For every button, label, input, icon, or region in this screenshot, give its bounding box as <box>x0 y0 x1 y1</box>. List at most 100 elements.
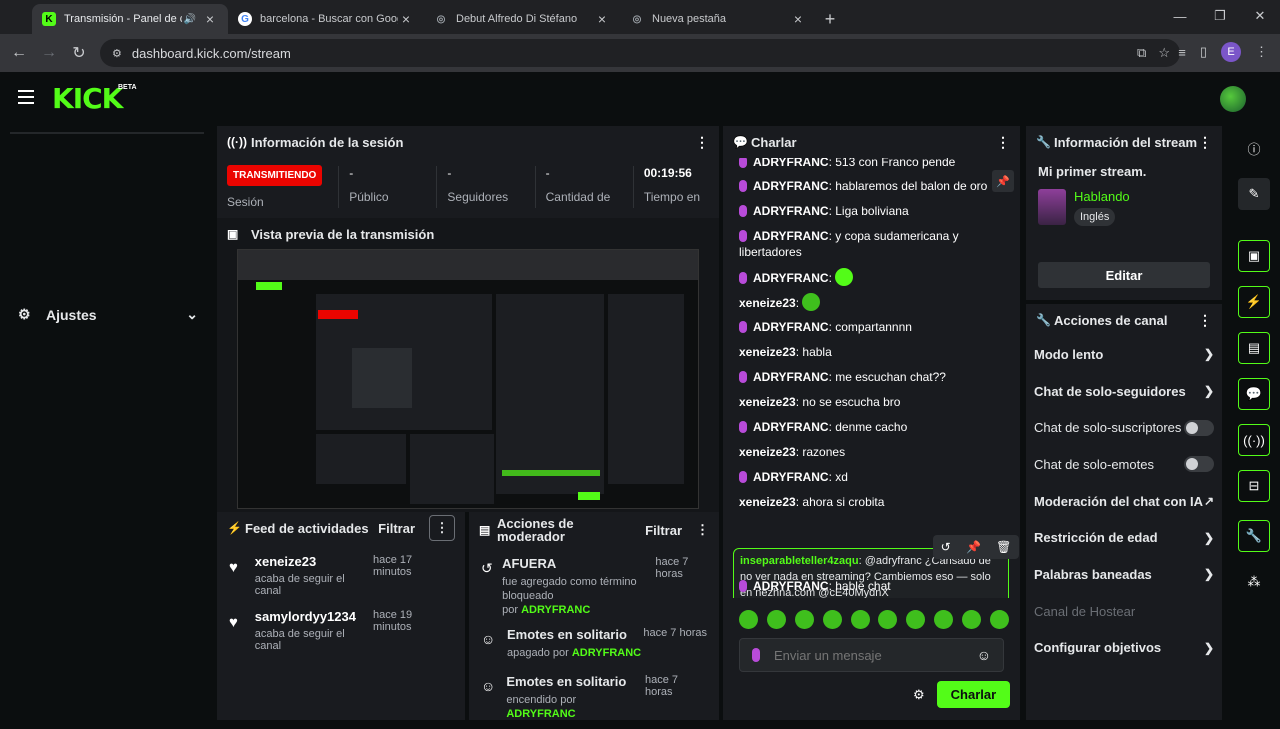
emote-icon[interactable] <box>739 610 758 629</box>
speaker-icon[interactable]: 🔊 <box>182 14 198 25</box>
more-options-icon[interactable]: ⋮ <box>1198 312 1212 329</box>
close-tab-icon[interactable]: × <box>202 11 218 27</box>
chat-messages[interactable]: ADRYFRANC: 513 con Franco pende ADRYFRAN… <box>723 158 1020 598</box>
chat-username[interactable]: inseparableteller4zaqu <box>740 555 859 567</box>
more-options-icon[interactable]: ⋮ <box>695 134 709 151</box>
profile-avatar[interactable]: E <box>1221 42 1241 62</box>
browser-menu-icon[interactable]: ⋮ <box>1255 44 1268 60</box>
close-window-icon[interactable]: ✕ <box>1240 0 1280 32</box>
chat-username[interactable]: ADRYFRANC <box>753 229 829 243</box>
wrench-icon: 🔧 <box>1036 135 1051 149</box>
feed-filter-button[interactable]: Filtrar <box>378 521 415 536</box>
chat-username[interactable]: ADRYFRANC <box>753 320 829 334</box>
back-icon[interactable]: ← <box>4 44 34 62</box>
subscribers-only-toggle[interactable] <box>1184 419 1214 436</box>
minimize-icon[interactable]: — <box>1160 0 1200 32</box>
chat-username[interactable]: xeneize23 <box>739 345 796 359</box>
chat-settings-gear-icon[interactable]: ⚙ <box>913 687 925 703</box>
close-tab-icon[interactable]: × <box>790 11 806 27</box>
more-options-icon[interactable]: ⋮ <box>1198 134 1212 151</box>
chat-username[interactable]: ADRYFRANC <box>753 579 829 593</box>
send-chat-button[interactable]: Charlar <box>936 681 1011 708</box>
chat-username[interactable]: ADRYFRANC <box>753 370 829 384</box>
edit-pencil-icon[interactable]: ✎ <box>1238 178 1270 210</box>
action-age-restriction[interactable]: Restricción de edad ❯ <box>1026 519 1222 556</box>
site-settings-icon[interactable]: ⚙ <box>112 47 122 60</box>
edit-stream-button[interactable]: Editar <box>1038 262 1210 288</box>
maximize-icon[interactable]: ❐ <box>1200 0 1240 32</box>
action-banned-words[interactable]: Palabras baneadas ❯ <box>1026 556 1222 593</box>
chat-username[interactable]: ADRYFRANC <box>753 420 829 434</box>
wrench-icon[interactable]: 🔧 <box>1238 520 1270 552</box>
chat-username[interactable]: ADRYFRANC <box>753 470 829 484</box>
emote-icon[interactable] <box>822 610 842 629</box>
radio-signal-icon[interactable]: ((·)) <box>1238 424 1270 456</box>
layout-icon[interactable]: ⊟ <box>1238 470 1270 502</box>
document-icon[interactable]: ▤ <box>1238 332 1270 364</box>
action-slow-mode[interactable]: Modo lento ❯ <box>1026 336 1222 373</box>
stream-preview-video[interactable] <box>237 249 699 509</box>
chat-username[interactable]: xeneize23 <box>739 495 796 509</box>
new-tab-button[interactable]: + <box>816 4 844 34</box>
emote-icon[interactable] <box>766 610 786 629</box>
feed-username[interactable]: samylordyy1234 <box>255 609 373 624</box>
pin-icon[interactable]: 📌 <box>966 540 981 554</box>
emote-icon[interactable] <box>850 610 870 629</box>
sidepanel-icon[interactable]: ▯ <box>1200 44 1207 60</box>
chat-bubble-icon[interactable]: 💬 <box>1238 378 1270 410</box>
delete-icon[interactable]: 🗑 <box>996 540 1011 554</box>
chat-username[interactable]: ADRYFRANC <box>753 179 829 193</box>
more-options-icon[interactable]: ⋮ <box>996 134 1010 151</box>
chat-username[interactable]: xeneize23 <box>739 296 796 310</box>
more-options-icon[interactable]: ⋮ <box>696 522 709 538</box>
action-set-goals[interactable]: Configurar objetivos ❯ <box>1026 630 1222 667</box>
browser-tab-new[interactable]: ◎ Nueva pestaña × <box>620 4 816 34</box>
user-avatar[interactable] <box>1220 86 1246 112</box>
preview-frame-icon[interactable]: ▣ <box>1238 240 1270 272</box>
emote-icon[interactable] <box>962 610 981 629</box>
mod-filter-button[interactable]: Filtrar <box>645 523 682 538</box>
mod-user[interactable]: ADRYFRANC <box>521 604 590 616</box>
chat-username[interactable]: xeneize23 <box>739 395 796 409</box>
hamburger-menu-icon[interactable] <box>18 90 34 104</box>
translate-icon[interactable]: ⧉ <box>1137 45 1146 61</box>
action-ai-moderation[interactable]: Moderación del chat con IA ↗ <box>1026 483 1222 520</box>
browser-tab-google[interactable]: G barcelona - Buscar con Google × <box>228 4 424 34</box>
add-widget-icon[interactable]: ⁂ <box>1238 566 1270 598</box>
chat-username[interactable]: ADRYFRANC <box>753 271 829 285</box>
browser-tab-kick[interactable]: K Transmisión - Panel de control 🔊 × <box>32 4 228 34</box>
emotes-only-toggle[interactable] <box>1184 456 1214 473</box>
close-tab-icon[interactable]: × <box>398 11 414 27</box>
emote-icon[interactable] <box>794 610 814 629</box>
address-bar[interactable]: ⚙ dashboard.kick.com/stream ⧉ ☆ <box>100 39 1180 67</box>
reply-icon[interactable]: ↺ <box>941 540 951 554</box>
forward-icon[interactable]: → <box>34 44 64 62</box>
bookmark-star-icon[interactable]: ☆ <box>1158 45 1170 61</box>
reload-icon[interactable]: ↻ <box>64 43 94 63</box>
chat-username[interactable]: ADRYFRANC <box>753 204 829 218</box>
feed-username[interactable]: xeneize23 <box>255 554 373 569</box>
action-followers-only[interactable]: Chat de solo-seguidores ❯ <box>1026 373 1222 410</box>
mod-user[interactable]: ADRYFRANC <box>572 647 641 659</box>
chat-input[interactable] <box>774 647 977 663</box>
emoji-picker-icon[interactable]: ☺ <box>977 647 991 663</box>
bolt-icon[interactable]: ⚡ <box>1238 286 1270 318</box>
emote-icon[interactable] <box>878 610 898 629</box>
chat-username[interactable]: ADRYFRANC <box>753 158 829 169</box>
feed-more-button[interactable]: ⋮ <box>429 515 455 541</box>
chevron-right-icon: ❯ <box>1203 530 1214 545</box>
mod-user[interactable]: ADRYFRANC <box>506 708 575 720</box>
emote-icon[interactable] <box>989 610 1009 629</box>
sidebar-item-settings[interactable]: ⚙ Ajustes ⌄ <box>18 306 198 323</box>
chat-username[interactable]: xeneize23 <box>739 445 796 459</box>
emote-icon[interactable] <box>906 610 926 629</box>
chat-input-box[interactable]: ☺ <box>739 638 1004 672</box>
info-icon[interactable]: ⓘ <box>1238 132 1270 164</box>
browser-tab-debut[interactable]: ◎ Debut Alfredo Di Stéfano × <box>424 4 620 34</box>
pin-message-icon[interactable]: 📌 <box>992 170 1014 192</box>
stream-category[interactable]: Hablando <box>1074 189 1130 204</box>
media-controls-icon[interactable]: ≡ <box>1178 45 1186 60</box>
close-tab-icon[interactable]: × <box>594 11 610 27</box>
kick-logo[interactable]: KICK <box>52 82 123 115</box>
emote-icon[interactable] <box>934 610 954 629</box>
